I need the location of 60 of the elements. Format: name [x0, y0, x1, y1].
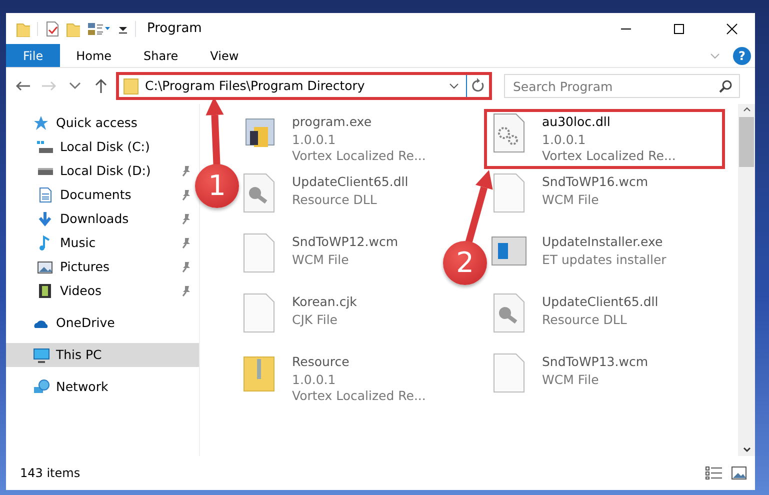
scroll-thumb[interactable] — [739, 117, 754, 167]
download-arrow-icon — [37, 211, 54, 227]
file-detail: CJK File — [292, 312, 339, 328]
nav-item[interactable]: This PC — [6, 343, 199, 367]
help-button[interactable]: ? — [733, 46, 751, 64]
up-arrow-icon[interactable] — [93, 78, 109, 94]
item-count: 143 items — [20, 465, 80, 482]
file-detail: ET updates installer — [542, 252, 666, 268]
ribbon-tab[interactable]: Home — [60, 44, 128, 67]
folder-icon — [123, 77, 139, 95]
file-name: UpdateInstaller.exe — [542, 233, 664, 251]
address-field[interactable]: C:\Program Files\Program Directory — [118, 74, 490, 98]
file-name: SndToWP13.wcm — [542, 353, 648, 371]
file-detail: WCM File — [542, 192, 600, 208]
properties-check-icon[interactable] — [45, 20, 59, 36]
search-icon[interactable] — [719, 79, 733, 93]
nav-item[interactable]: Local Disk (C:) — [6, 135, 199, 159]
file-detail: Resource DLL — [292, 192, 378, 208]
view-options-icon[interactable] — [87, 20, 111, 36]
file-name: UpdateClient65.dll — [292, 173, 408, 191]
nav-item[interactable]: Music — [6, 231, 199, 255]
network-icon — [33, 379, 50, 395]
monitor-icon — [33, 347, 50, 363]
file-detail: WCM File — [542, 372, 600, 388]
details-view-icon[interactable] — [705, 466, 723, 480]
file-name: Korean.cjk — [292, 293, 357, 311]
nav-item[interactable]: Downloads — [6, 207, 199, 231]
file-name: Resource — [292, 353, 350, 371]
nav-item[interactable]: Pictures — [6, 255, 199, 279]
file-item[interactable]: au30loc.dll 1.0.0.1 Vortex Localized Re... — [486, 111, 723, 167]
file-name: SndToWP12.wcm — [292, 233, 398, 251]
file-detail: Resource DLL — [542, 312, 628, 328]
window-title: Program — [147, 20, 202, 38]
file-menu-button[interactable]: File — [6, 44, 60, 67]
nav-item[interactable]: OneDrive — [6, 311, 199, 335]
nav-item[interactable]: Quick access — [6, 111, 199, 135]
nav-item[interactable]: Videos — [6, 279, 199, 303]
file-detail: 1.0.0.1 — [542, 132, 587, 148]
drive-icon — [37, 139, 54, 155]
file-name: au30loc.dll — [542, 113, 612, 131]
file-name: SndToWP16.wcm — [542, 173, 648, 191]
file-detail: Vortex Localized Re... — [542, 148, 676, 164]
nav-item[interactable]: Network — [6, 375, 199, 399]
large-icons-view-icon[interactable] — [731, 466, 747, 480]
file-detail: Vortex Localized Re... — [292, 388, 426, 404]
search-field[interactable]: Search Program — [504, 74, 740, 98]
document-icon — [37, 187, 54, 203]
close-icon[interactable] — [724, 20, 740, 36]
star-icon — [33, 115, 50, 131]
address-path: C:\Program Files\Program Directory — [145, 76, 366, 95]
picture-icon — [37, 259, 54, 275]
file-detail: Vortex Localized Re... — [292, 148, 426, 164]
file-detail: WCM File — [292, 252, 350, 268]
file-name: program.exe — [292, 113, 373, 131]
file-detail: 1.0.0.1 — [292, 372, 337, 388]
file-name: UpdateClient65.dll — [542, 293, 658, 311]
ribbon-tab[interactable]: View — [194, 44, 255, 67]
ribbon-tab[interactable]: Share — [128, 44, 194, 67]
file-detail: 1.0.0.1 — [292, 132, 337, 148]
film-icon — [37, 283, 54, 299]
